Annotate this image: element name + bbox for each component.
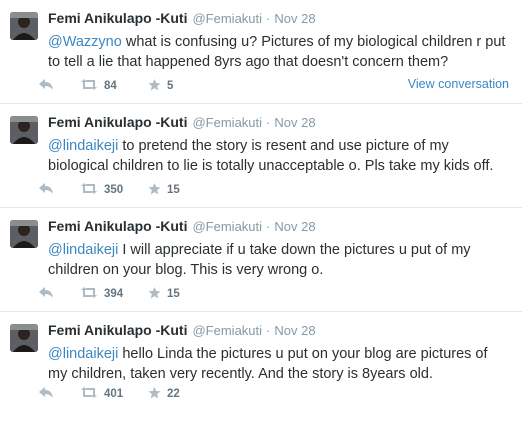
reply-button[interactable]	[39, 183, 79, 197]
tweet-text: @lindaikeji to pretend the story is rese…	[48, 136, 510, 176]
favorite-button[interactable]: 15	[148, 286, 208, 302]
tweet-timestamp[interactable]: Nov 28	[274, 219, 315, 234]
retweet-icon	[80, 287, 98, 301]
tweet-actions: 401 22	[39, 384, 509, 404]
author-fullname[interactable]: Femi Anikulapo -Kuti	[48, 322, 187, 338]
mention-link[interactable]: @lindaikeji	[48, 242, 118, 258]
author-fullname[interactable]: Femi Anikulapo -Kuti	[48, 10, 187, 26]
tweet-text: @lindaikeji I will appreciate if u take …	[48, 240, 510, 280]
tweet-header: Femi Anikulapo -Kuti @Femiakuti · Nov 28	[48, 10, 512, 30]
favorite-count: 15	[167, 184, 180, 196]
favorite-button[interactable]: 5	[148, 78, 208, 94]
tweet-text: @lindaikeji hello Linda the pictures u p…	[48, 344, 510, 384]
reply-icon	[39, 79, 54, 93]
retweet-button[interactable]: 394	[80, 287, 148, 301]
separator: ·	[266, 11, 271, 26]
author-username[interactable]: @Femiakuti	[192, 219, 262, 234]
retweet-count: 394	[104, 288, 124, 300]
retweet-button[interactable]: 350	[80, 183, 148, 197]
separator: ·	[266, 323, 271, 338]
avatar[interactable]	[10, 116, 38, 144]
tweet-actions: 350 15	[39, 180, 509, 200]
reply-icon	[39, 183, 54, 197]
tweet-actions: 394 15	[39, 284, 509, 304]
reply-button[interactable]	[39, 79, 79, 93]
author-fullname[interactable]: Femi Anikulapo -Kuti	[48, 114, 187, 130]
avatar[interactable]	[10, 324, 38, 352]
favorite-button[interactable]: 15	[148, 182, 208, 198]
star-icon	[148, 78, 161, 94]
tweet-actions: 84 5 View conversation	[39, 76, 509, 96]
author-username[interactable]: @Femiakuti	[192, 323, 262, 338]
mention-link[interactable]: @Wazzyno	[48, 34, 122, 50]
tweet[interactable]: Femi Anikulapo -Kuti @Femiakuti · Nov 28…	[0, 208, 522, 312]
reply-icon	[39, 287, 54, 301]
retweet-icon	[80, 183, 98, 197]
tweet-header: Femi Anikulapo -Kuti @Femiakuti · Nov 28	[48, 322, 512, 342]
retweet-count: 401	[104, 388, 124, 400]
author-fullname[interactable]: Femi Anikulapo -Kuti	[48, 218, 187, 234]
separator: ·	[266, 115, 271, 130]
favorite-count: 15	[167, 288, 180, 300]
tweet-timestamp[interactable]: Nov 28	[274, 115, 315, 130]
tweet-header: Femi Anikulapo -Kuti @Femiakuti · Nov 28	[48, 114, 512, 134]
tweet[interactable]: Femi Anikulapo -Kuti @Femiakuti · Nov 28…	[0, 0, 522, 104]
retweet-button[interactable]: 84	[80, 79, 148, 93]
favorite-button[interactable]: 22	[148, 386, 208, 402]
mention-link[interactable]: @lindaikeji	[48, 346, 118, 362]
favorite-count: 5	[167, 80, 174, 92]
retweet-count: 84	[104, 80, 117, 92]
reply-button[interactable]	[39, 387, 79, 401]
tweet-timeline: Femi Anikulapo -Kuti @Femiakuti · Nov 28…	[0, 0, 522, 438]
reply-icon	[39, 387, 54, 401]
tweet[interactable]: Femi Anikulapo -Kuti @Femiakuti · Nov 28…	[0, 104, 522, 208]
favorite-count: 22	[167, 388, 180, 400]
star-icon	[148, 386, 161, 402]
view-conversation-link[interactable]: View conversation	[408, 77, 509, 91]
retweet-icon	[80, 387, 98, 401]
avatar[interactable]	[10, 12, 38, 40]
tweet-header: Femi Anikulapo -Kuti @Femiakuti · Nov 28	[48, 218, 512, 238]
tweet[interactable]: Femi Anikulapo -Kuti @Femiakuti · Nov 28…	[0, 312, 522, 438]
star-icon	[148, 286, 161, 302]
mention-link[interactable]: @lindaikeji	[48, 138, 118, 154]
author-username[interactable]: @Femiakuti	[192, 11, 262, 26]
author-username[interactable]: @Femiakuti	[192, 115, 262, 130]
tweet-timestamp[interactable]: Nov 28	[274, 323, 315, 338]
reply-button[interactable]	[39, 287, 79, 301]
star-icon	[148, 182, 161, 198]
separator: ·	[266, 219, 271, 234]
avatar[interactable]	[10, 220, 38, 248]
tweet-text: @Wazzyno what is confusing u? Pictures o…	[48, 32, 510, 72]
retweet-count: 350	[104, 184, 124, 196]
retweet-icon	[80, 79, 98, 93]
retweet-button[interactable]: 401	[80, 387, 148, 401]
tweet-timestamp[interactable]: Nov 28	[274, 11, 315, 26]
